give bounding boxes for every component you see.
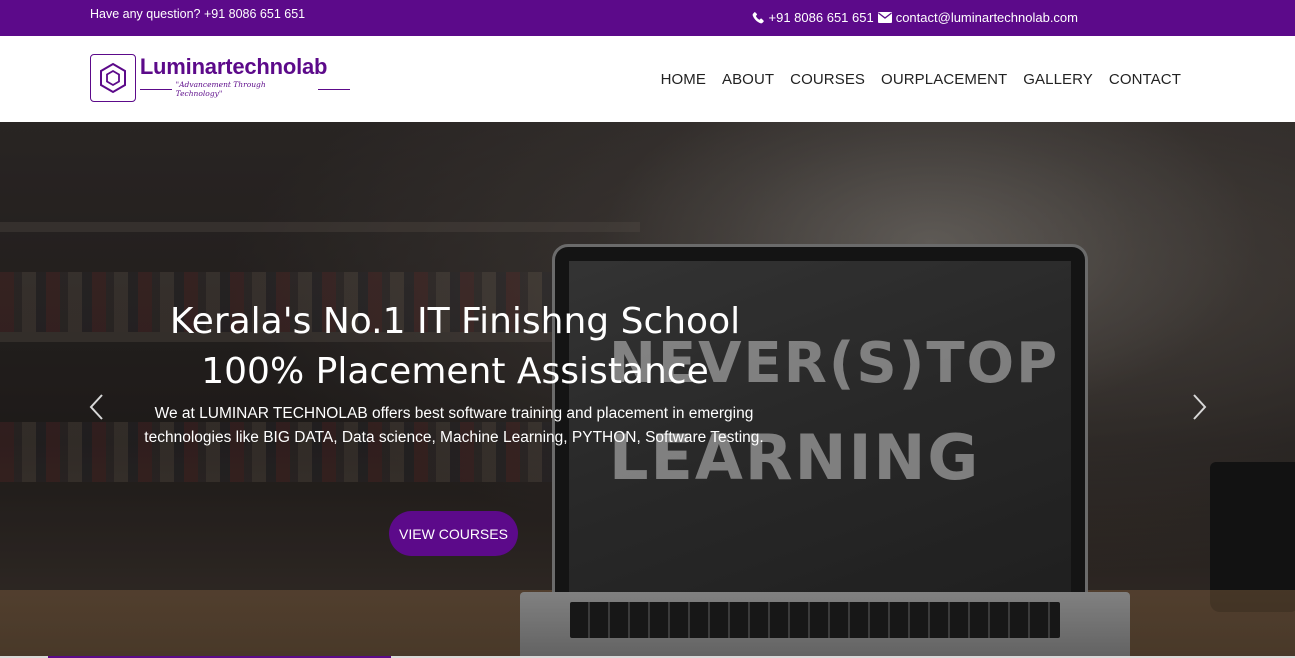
phone-icon — [752, 11, 765, 24]
question-text: Have any question? +91 8086 651 651 — [90, 7, 306, 21]
slider-prev-button[interactable] — [87, 392, 107, 422]
nav-gallery[interactable]: GALLERY — [1023, 71, 1093, 88]
chevron-left-icon — [87, 394, 107, 426]
tagline-rule-left — [139, 88, 172, 90]
nav-ourplacement[interactable]: OURPLACEMENT — [881, 71, 1007, 88]
brand-tagline: "Advancement Through Technology" — [139, 80, 350, 98]
top-contact-bar: Have any question? +91 8086 651 651 +91 … — [0, 0, 1295, 36]
tagline-rule-right — [318, 88, 350, 90]
hexagon-logo-icon — [90, 54, 136, 102]
hero-title-line-2: 100% Placement Assistance — [201, 351, 709, 392]
nav-contact[interactable]: CONTACT — [1109, 71, 1181, 88]
site-header: Luminartechnolab "Advancement Through Te… — [0, 36, 1295, 122]
nav-home[interactable]: HOME — [661, 71, 706, 88]
view-courses-button[interactable]: VIEW COURSES — [389, 511, 518, 556]
top-contact-info: +91 8086 651 651 contact@luminartechnola… — [752, 10, 1078, 25]
hero-description: We at LUMINAR TECHNOLAB offers best soft… — [144, 405, 764, 446]
hero-slider: NEVER(S)TOP LEARNING Kerala's No.1 IT Fi… — [0, 122, 1295, 658]
nav-courses[interactable]: COURSES — [790, 71, 865, 88]
phone-number[interactable]: +91 8086 651 651 — [769, 10, 874, 25]
brand-logo[interactable]: Luminartechnolab "Advancement Through Te… — [90, 54, 350, 104]
main-nav: HOME ABOUT COURSES OURPLACEMENT GALLERY … — [661, 71, 1181, 88]
nav-about[interactable]: ABOUT — [722, 71, 774, 88]
email-link[interactable]: contact@luminartechnolab.com — [896, 10, 1078, 25]
slider-next-button[interactable] — [1189, 392, 1209, 422]
brand-name: Luminartechnolab — [139, 54, 328, 79]
tagline-text: "Advancement Through Technology" — [175, 80, 266, 98]
envelope-icon — [877, 12, 892, 23]
hero-title-line-1: Kerala's No.1 IT Finishng School — [169, 301, 741, 342]
chevron-right-icon — [1189, 394, 1209, 426]
